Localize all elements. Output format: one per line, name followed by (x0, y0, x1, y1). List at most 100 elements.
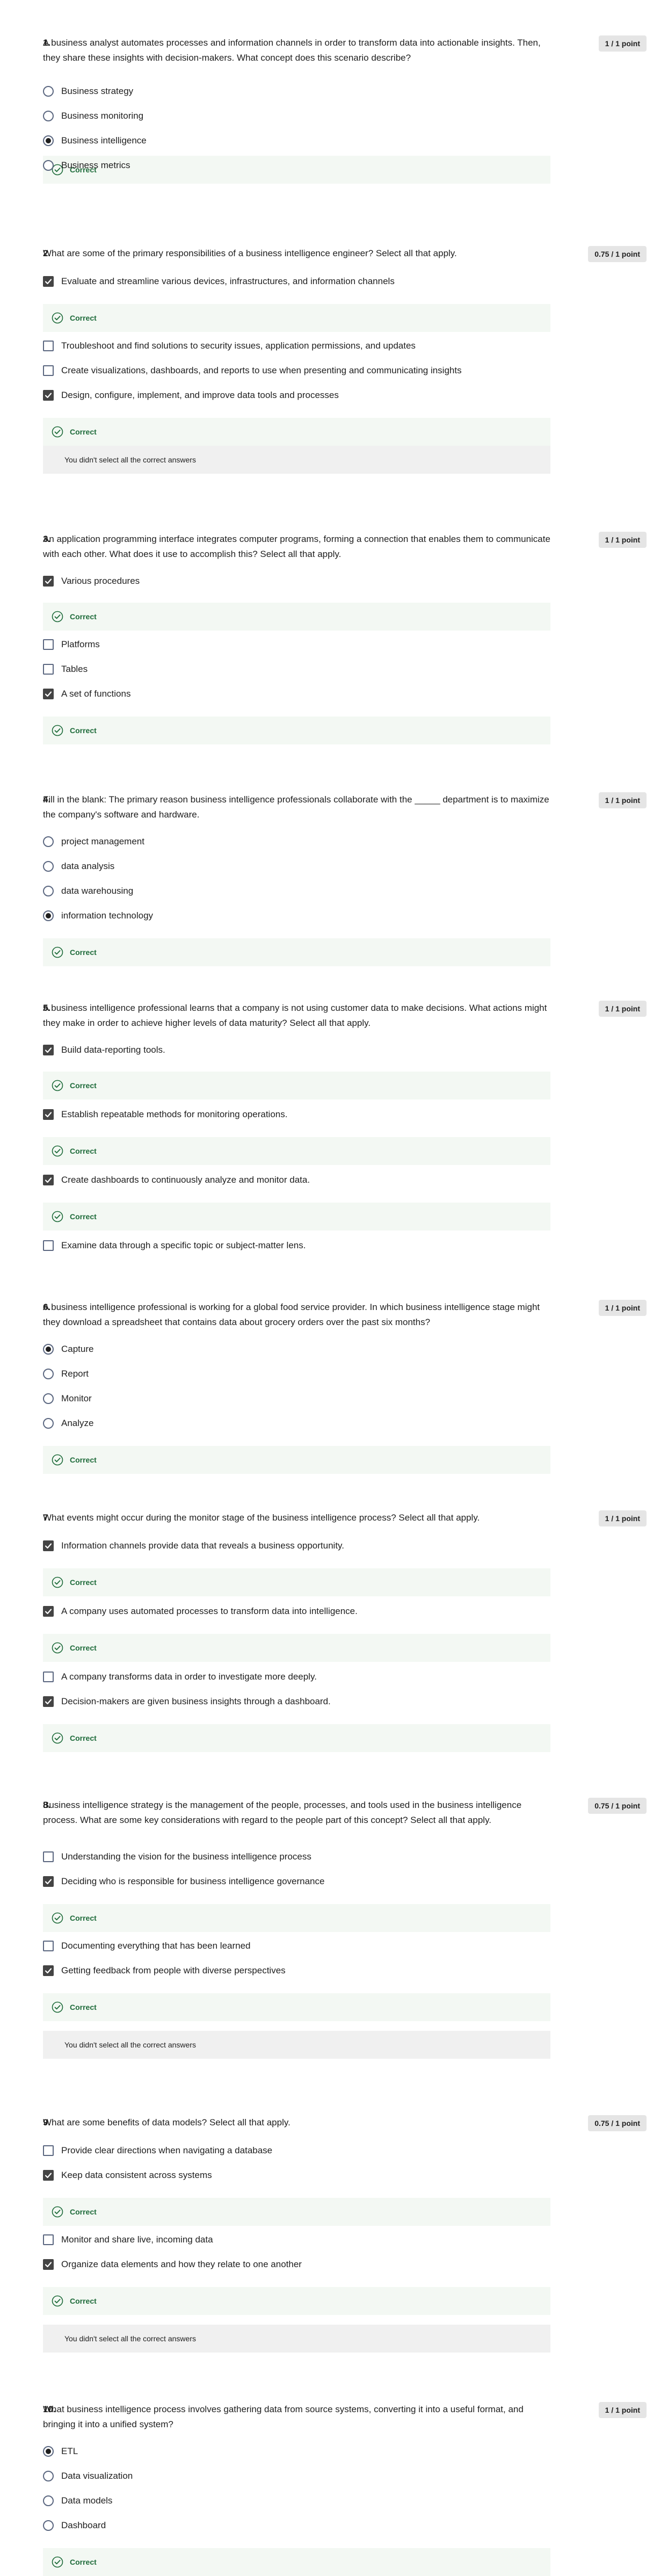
radio-button[interactable] (43, 910, 54, 921)
correct-feedback: Correct (43, 1137, 550, 1165)
radio-button[interactable] (43, 1369, 54, 1379)
checkbox-option[interactable]: Monitor and share live, incoming data (43, 2232, 213, 2248)
question-text: An application programming interface int… (43, 534, 550, 559)
radio-option[interactable]: Data visualization (43, 2468, 133, 2484)
checkbox[interactable] (43, 1540, 54, 1551)
radio-option[interactable]: project management (43, 834, 144, 850)
checkbox[interactable] (43, 1109, 54, 1120)
checkbox[interactable] (43, 1606, 54, 1617)
radio-option[interactable]: data warehousing (43, 883, 133, 899)
radio-button[interactable] (43, 135, 54, 146)
checkbox[interactable] (43, 1240, 54, 1251)
radio-option[interactable]: information technology (43, 908, 153, 924)
radio-button[interactable] (43, 2446, 54, 2457)
checkbox-option[interactable]: Keep data consistent across systems (43, 2167, 212, 2183)
radio-button[interactable] (43, 2495, 54, 2506)
check-circle-icon (52, 2206, 63, 2218)
radio-option[interactable]: Data models (43, 2493, 112, 2509)
checkbox-option[interactable]: A company uses automated processes to tr… (43, 1603, 358, 1619)
checkbox[interactable] (43, 276, 54, 287)
radio-option[interactable]: Business intelligence (43, 133, 147, 149)
question-3: 3. An application programming interface i… (0, 532, 668, 744)
feedback-label: Correct (70, 948, 97, 957)
checkbox[interactable] (43, 2259, 54, 2270)
checkbox-option[interactable]: Information channels provide data that r… (43, 1538, 344, 1554)
checkbox[interactable] (43, 1671, 54, 1682)
check-circle-icon (52, 1211, 63, 1222)
radio-option[interactable]: Monitor (43, 1391, 92, 1407)
checkbox[interactable] (43, 1851, 54, 1862)
checkbox-option[interactable]: Build data-reporting tools. (43, 1042, 165, 1058)
feedback-label: Correct (70, 2297, 97, 2305)
checkbox-option[interactable]: Various procedures (43, 573, 140, 589)
checkbox[interactable] (43, 664, 54, 675)
radio-button[interactable] (43, 861, 54, 872)
radio-option[interactable]: data analysis (43, 858, 114, 874)
radio-button[interactable] (43, 886, 54, 896)
checkbox-option[interactable]: A set of functions (43, 686, 130, 702)
option-label: A set of functions (61, 689, 131, 699)
checkbox[interactable] (43, 689, 54, 699)
checkbox[interactable] (43, 576, 54, 587)
checkbox-option[interactable]: Create visualizations, dashboards, and r… (43, 363, 462, 379)
checkbox-option[interactable]: Platforms (43, 636, 100, 653)
checkbox-option[interactable]: Establish repeatable methods for monitor… (43, 1106, 287, 1123)
radio-option[interactable]: Capture (43, 1341, 93, 1357)
checkbox[interactable] (43, 1941, 54, 1951)
correct-feedback: Correct (43, 938, 550, 966)
checkbox-option[interactable]: Evaluate and streamline various devices,… (43, 273, 395, 290)
radio-option[interactable]: Business monitoring (43, 108, 143, 124)
checkbox-option[interactable]: A company transforms data in order to in… (43, 1669, 317, 1685)
checkbox[interactable] (43, 2234, 54, 2245)
radio-button[interactable] (43, 111, 54, 121)
option-label: Various procedures (61, 576, 140, 586)
radio-button[interactable] (43, 86, 54, 97)
checkbox-option[interactable]: Deciding who is responsible for business… (43, 1873, 324, 1890)
correct-feedback: Correct (43, 2287, 550, 2315)
question-8: 8. Business intelligence strategy is the … (0, 1798, 668, 2059)
checkbox[interactable] (43, 2145, 54, 2156)
radio-option[interactable]: Dashboard (43, 2517, 106, 2534)
checkbox[interactable] (43, 1175, 54, 1185)
checkbox[interactable] (43, 341, 54, 351)
checkbox-option[interactable]: Provide clear directions when navigating… (43, 2143, 272, 2159)
radio-button[interactable] (43, 1418, 54, 1429)
checkbox[interactable] (43, 1696, 54, 1707)
correct-feedback: Correct (43, 1724, 550, 1752)
checkbox-option[interactable]: Documenting everything that has been lea… (43, 1938, 251, 1954)
checkbox-option[interactable]: Design, configure, implement, and improv… (43, 387, 339, 403)
question-7: 7. What events might occur during the mon… (0, 1510, 668, 1752)
option-label: Data models (61, 2495, 113, 2506)
option-label: Documenting everything that has been lea… (61, 1941, 251, 1951)
checkbox-option[interactable]: Tables (43, 661, 88, 677)
option-label: A company uses automated processes to tr… (61, 1606, 358, 1616)
radio-option[interactable]: ETL (43, 2443, 78, 2459)
radio-option[interactable]: Business strategy (43, 83, 133, 99)
checkbox-option[interactable]: Organize data elements and how they rela… (43, 2256, 302, 2273)
checkbox-option[interactable]: Create dashboards to continuously analyz… (43, 1172, 310, 1188)
checkbox[interactable] (43, 390, 54, 401)
checkbox-option[interactable]: Examine data through a specific topic or… (43, 1238, 306, 1254)
radio-button[interactable] (43, 160, 54, 171)
checkbox[interactable] (43, 1965, 54, 1976)
checkbox[interactable] (43, 365, 54, 376)
checkbox[interactable] (43, 1045, 54, 1055)
checkbox-option[interactable]: Understanding the vision for the busines… (43, 1849, 311, 1865)
radio-button[interactable] (43, 1393, 54, 1404)
question-text: What events might occur during the monit… (43, 1513, 480, 1523)
checkbox-option[interactable]: Troubleshoot and find solutions to secur… (43, 338, 416, 354)
radio-button[interactable] (43, 836, 54, 847)
radio-option[interactable]: Analyze (43, 1415, 93, 1431)
radio-option[interactable]: Report (43, 1366, 89, 1382)
checkbox-option[interactable]: Getting feedback from people with divers… (43, 1963, 286, 1979)
question-5: 5. A business intelligence professional l… (0, 1001, 668, 1251)
radio-button[interactable] (43, 2520, 54, 2531)
radio-button[interactable] (43, 2471, 54, 2481)
note-text: You didn't select all the correct answer… (64, 2334, 196, 2343)
checkbox-option[interactable]: Decision-makers are given business insig… (43, 1694, 331, 1710)
checkbox[interactable] (43, 639, 54, 650)
checkbox[interactable] (43, 2170, 54, 2181)
radio-option[interactable]: Business metrics (43, 157, 130, 173)
checkbox[interactable] (43, 1876, 54, 1887)
radio-button[interactable] (43, 1344, 54, 1355)
